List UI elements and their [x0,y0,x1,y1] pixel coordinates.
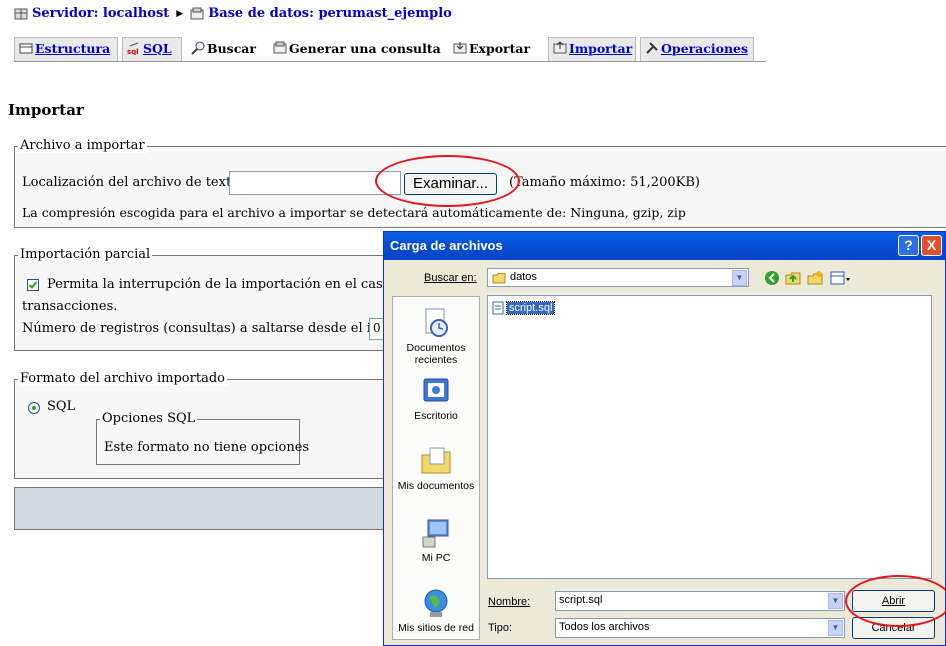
allow-interrupt-label: Permita la interrupción de la importació… [47,277,383,292]
file-item[interactable]: script.sql [492,300,556,315]
filetype-select[interactable]: Todos los archivos ▼ [555,618,845,638]
filename-chevron-down-icon[interactable]: ▼ [828,593,843,609]
export-icon [453,41,467,55]
sql-format-radio[interactable] [28,402,40,414]
format-legend: Formato del archivo importado [18,371,227,386]
chevron-down-icon[interactable]: ▼ [732,270,747,286]
close-button[interactable]: X [921,235,942,256]
back-icon[interactable] [764,270,780,286]
my-computer-icon [420,517,452,549]
submit-bar [14,487,384,530]
filetype-value: Todos los archivos [559,621,650,633]
filename-value: script.sql [559,594,603,606]
page-title: Importar [8,101,84,119]
desktop-icon [420,375,452,407]
my-documents-icon [420,445,452,477]
up-folder-icon[interactable] [785,270,801,286]
view-menu-icon[interactable] [830,270,852,286]
import-icon [553,41,567,55]
filename-label: Nombre: [488,596,531,608]
dialog-titlebar[interactable]: Carga de archivos [384,232,945,260]
tab-buscar[interactable]: Buscar [186,37,264,61]
filetype-chevron-down-icon[interactable]: ▼ [828,620,843,636]
tab-sql[interactable]: sql SQL [122,37,182,61]
look-in-label: Buscar en: [424,272,477,284]
import-file-legend: Archivo a importar [18,138,147,153]
sql-icon: sql [127,41,141,56]
place-desktop[interactable]: Escritorio [393,375,479,422]
file-location-label: Localización del archivo de texto [22,175,240,190]
skip-records-input[interactable]: 0 [369,318,383,340]
query-icon [273,41,287,55]
allow-interrupt-checkbox[interactable] [27,279,39,291]
file-name: script.sql [505,300,556,315]
sql-file-icon [492,301,504,314]
dialog-title: Carga de archivos [390,238,503,253]
place-label: Escritorio [414,410,458,422]
folder-icon [492,273,506,284]
places-bar: Documentos recientes Escritorio Mis docu… [392,296,480,640]
tab-generar-consulta[interactable]: Generar una consulta [268,37,444,61]
look-in-value: datos [510,271,537,283]
tab-label: SQL [143,41,172,56]
tab-label: Exportar [469,41,531,56]
sql-options-fieldset: Opciones SQL Este formato no tiene opcio… [96,411,309,465]
filetype-label: Tipo: [488,622,513,634]
operations-icon [645,41,659,55]
place-my-computer[interactable]: Mi PC [393,517,479,564]
place-label: Mi PC [421,552,451,564]
place-recent-documents[interactable]: Documentos recientes [393,307,479,366]
place-label: Mis sitios de red [398,622,474,634]
allow-interrupt-label-cont: transacciones. [22,299,118,314]
sql-options-text: Este formato no tiene opciones [104,440,310,455]
recent-documents-icon [420,307,452,339]
sql-options-legend: Opciones SQL [100,411,198,426]
partial-import-legend: Importación parcial [18,247,153,262]
breadcrumb-database-link[interactable]: Base de datos: perumast_ejemplo [208,6,452,21]
breadcrumb: Servidor: localhost ▶ Base de datos: per… [14,6,452,21]
place-network[interactable]: Mis sitios de red [393,587,479,634]
check-icon [28,281,38,289]
filename-input[interactable]: script.sql ▼ [555,591,845,611]
tab-bar: Estructura sql SQL Buscar Generar una co… [14,37,754,61]
tab-estructura[interactable]: Estructura [14,37,118,61]
place-my-documents[interactable]: Mis documentos [393,445,479,492]
file-list[interactable]: script.sql [487,295,932,579]
tab-label: Generar una consulta [289,41,441,56]
tab-label: Estructura [35,41,111,56]
max-size-label: (Tamaño máximo: 51,200KB) [509,175,700,190]
skip-records-label: Número de registros (consultas) a saltar… [22,321,403,336]
breadcrumb-server-link[interactable]: Servidor: localhost [32,6,169,21]
database-icon [190,7,204,21]
browse-highlight-circle [375,155,520,207]
breadcrumb-separator-icon: ▶ [176,8,184,19]
svg-text:sql: sql [127,48,139,55]
compression-note: La compresión escogida para el archivo a… [22,205,686,220]
new-folder-icon[interactable] [807,270,823,286]
place-label: Documentos recientes [406,342,466,366]
network-places-icon [420,587,452,619]
search-icon [191,41,205,55]
server-icon [14,7,28,21]
tab-operaciones[interactable]: Operaciones [640,37,754,61]
radio-dot-icon [32,406,36,410]
tab-bar-underline [14,61,766,62]
look-in-combo[interactable]: datos ▼ [487,268,749,287]
sql-format-label: SQL [47,399,76,414]
tab-exportar[interactable]: Exportar [448,37,544,61]
tab-importar[interactable]: Importar [548,37,636,61]
open-highlight-circle [845,575,946,627]
place-label: Mis documentos [397,480,475,492]
tab-label: Operaciones [661,41,749,56]
help-button[interactable]: ? [898,235,919,256]
tab-label: Importar [569,41,633,56]
tab-label: Buscar [207,41,256,56]
structure-icon [19,41,33,55]
